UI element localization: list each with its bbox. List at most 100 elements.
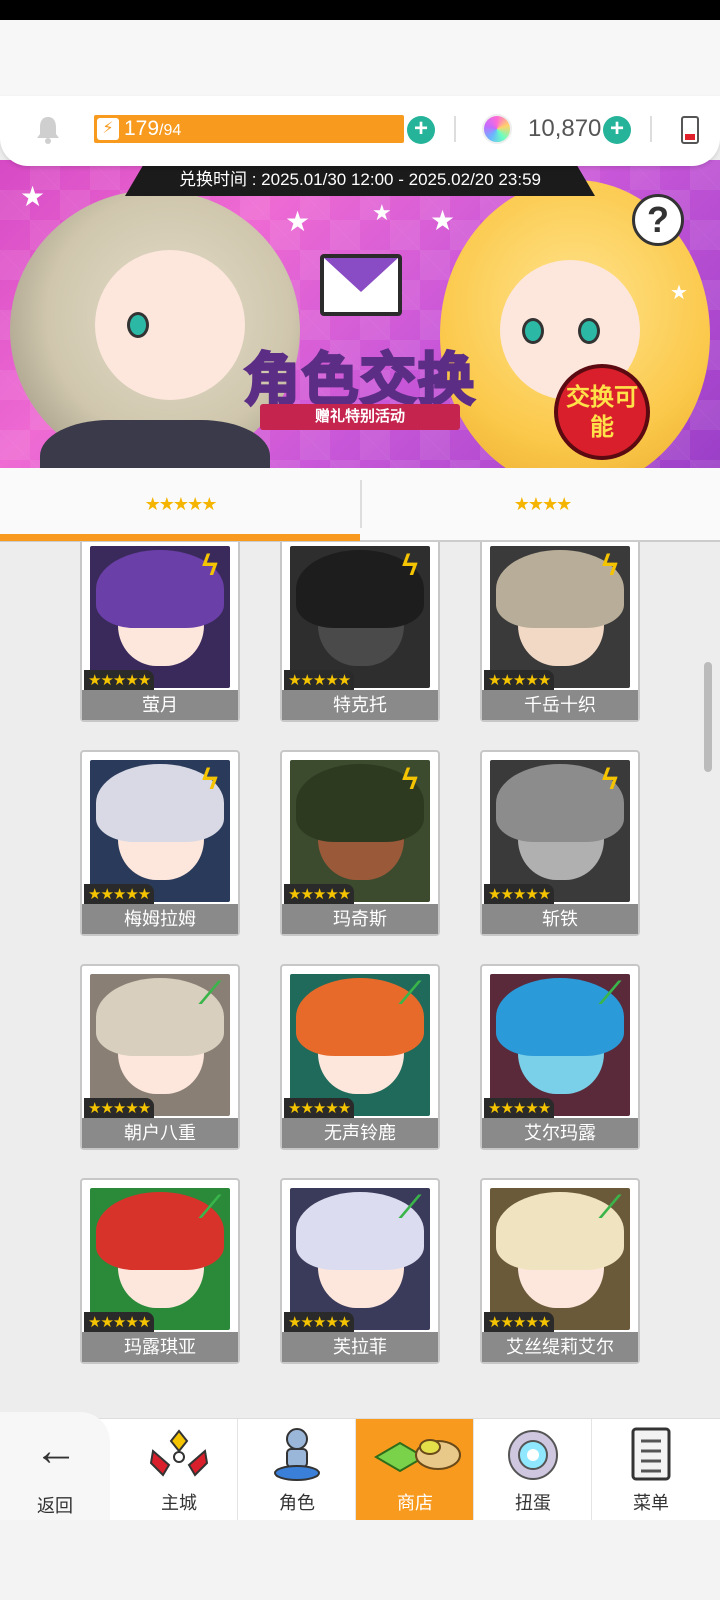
rarity-stars: ★★★★★ bbox=[84, 670, 155, 692]
character-name: 特克托 bbox=[282, 690, 438, 720]
system-nav-area bbox=[0, 1520, 720, 1600]
character-card[interactable]: ϟ ★★★★★ 特克托 bbox=[280, 542, 440, 722]
nav-castle[interactable]: 主城 bbox=[120, 1419, 238, 1521]
character-card[interactable]: ⟋ ★★★★★ 艾丝缇莉艾尔 bbox=[480, 1178, 640, 1364]
character-name: 千岳十织 bbox=[482, 690, 638, 720]
character-list[interactable]: ϟ ★★★★★ 萤月 ϟ ★★★★★ 特克托 ϟ ★★★★★ 千岳十织 ϟ ★★★★★ 梅姆拉姆 ϟ ★★… bbox=[0, 542, 720, 1422]
menu-icon bbox=[631, 1427, 671, 1481]
character-card[interactable]: ϟ ★★★★★ 梅姆拉姆 bbox=[80, 750, 240, 936]
character-portrait: ⟋ bbox=[490, 974, 630, 1116]
nav-character-label: 角色 bbox=[279, 1493, 315, 1513]
wind-element-icon: ⟋ bbox=[599, 977, 621, 1010]
scrollbar[interactable] bbox=[704, 662, 712, 772]
character-name: 玛露琪亚 bbox=[82, 1332, 238, 1362]
character-name: 无声铃鹿 bbox=[282, 1118, 438, 1148]
character-portrait: ϟ bbox=[490, 546, 630, 688]
wind-element-icon: ⟋ bbox=[199, 1191, 221, 1224]
bell-icon[interactable] bbox=[34, 114, 62, 144]
rarity-stars: ★★★★★ bbox=[84, 884, 155, 906]
character-portrait: ⟋ bbox=[90, 974, 230, 1116]
nav-gacha-label: 扭蛋 bbox=[515, 1493, 551, 1513]
character-card[interactable]: ϟ ★★★★★ 千岳十织 bbox=[480, 542, 640, 722]
star-icon: ★ bbox=[372, 200, 392, 225]
back-label: 返回 bbox=[37, 1496, 73, 1516]
nav-menu[interactable]: 菜单 bbox=[592, 1419, 710, 1521]
character-portrait: ϟ bbox=[490, 760, 630, 902]
rarity-stars: ★★★★★ bbox=[84, 1312, 155, 1334]
character-portrait: ⟋ bbox=[290, 974, 430, 1116]
lightning-element-icon: ϟ bbox=[602, 763, 618, 796]
back-button[interactable]: ← 返回 bbox=[0, 1412, 110, 1520]
lightning-element-icon: ϟ bbox=[602, 549, 618, 582]
nav-menu-label: 菜单 bbox=[633, 1493, 669, 1513]
star-icon: ★ bbox=[430, 205, 456, 236]
nav-character[interactable]: 角色 bbox=[238, 1419, 356, 1521]
character-name: 艾丝缇莉艾尔 bbox=[482, 1332, 638, 1362]
gacha-icon bbox=[508, 1430, 558, 1480]
character-icon bbox=[274, 1428, 320, 1481]
castle-icon bbox=[149, 1429, 209, 1477]
nav-shop-label: 商店 bbox=[397, 1493, 433, 1513]
rarity-stars: ★★★★★ bbox=[284, 1098, 355, 1120]
character-card[interactable]: ⟋ ★★★★★ 朝户八重 bbox=[80, 964, 240, 1150]
character-card[interactable]: ⟋ ★★★★★ 玛露琪亚 bbox=[80, 1178, 240, 1364]
add-gems-button[interactable]: + bbox=[603, 116, 631, 144]
active-tab-indicator bbox=[0, 534, 360, 541]
wind-element-icon: ⟋ bbox=[399, 977, 421, 1010]
rarity-stars: ★★★★★ bbox=[84, 1098, 155, 1120]
character-portrait: ϟ bbox=[290, 546, 430, 688]
lightning-element-icon: ϟ bbox=[202, 549, 218, 582]
lightning-element-icon: ϟ bbox=[202, 763, 218, 796]
top-spacer bbox=[0, 20, 720, 100]
banner-subtitle: 赠礼特别活动 bbox=[260, 404, 460, 430]
rarity-stars: ★★★★★ bbox=[284, 670, 355, 692]
exchange-available-badge: 交换可能 bbox=[554, 364, 650, 460]
star-icon: ★ bbox=[285, 206, 311, 237]
back-arrow-icon: ← bbox=[34, 1426, 78, 1475]
rarity-stars: ★★★★★ bbox=[284, 884, 355, 906]
character-name: 萤月 bbox=[82, 690, 238, 720]
nav-gacha[interactable]: 扭蛋 bbox=[474, 1419, 592, 1521]
divider bbox=[650, 116, 652, 142]
character-name: 斩铁 bbox=[482, 904, 638, 934]
resource-bar: ⚡ 179/94 + 10,870 + bbox=[0, 96, 720, 166]
character-portrait: ⟋ bbox=[290, 1188, 430, 1330]
shop-icon bbox=[374, 1439, 461, 1473]
tab-4-star[interactable]: ★★★★ bbox=[362, 468, 720, 540]
rarity-stars: ★★★★★ bbox=[484, 1098, 555, 1120]
character-card[interactable]: ⟋ ★★★★★ 无声铃鹿 bbox=[280, 964, 440, 1150]
energy-bar: ⚡ 179/94 bbox=[94, 115, 404, 143]
wind-element-icon: ⟋ bbox=[399, 1191, 421, 1224]
tab-5-star[interactable]: ★★★★★ bbox=[0, 468, 360, 540]
help-button[interactable]: ? bbox=[632, 194, 684, 246]
star-icon: ★ bbox=[20, 181, 46, 212]
lightning-element-icon: ϟ bbox=[402, 763, 418, 796]
character-portrait: ϟ bbox=[290, 760, 430, 902]
energy-icon: ⚡ bbox=[97, 118, 119, 140]
character-card[interactable]: ϟ ★★★★★ 斩铁 bbox=[480, 750, 640, 936]
character-card[interactable]: ϟ ★★★★★ 萤月 bbox=[80, 542, 240, 722]
nav-shop[interactable]: 商店 bbox=[356, 1419, 474, 1521]
rarity-stars: ★★★★★ bbox=[484, 670, 555, 692]
wind-element-icon: ⟋ bbox=[199, 977, 221, 1010]
rarity-tabs: ★★★★★ ★★★★ bbox=[0, 468, 720, 542]
character-portrait: ϟ bbox=[90, 546, 230, 688]
rarity-stars: ★★★★★ bbox=[484, 1312, 555, 1334]
lightning-element-icon: ϟ bbox=[402, 549, 418, 582]
envelope-icon bbox=[320, 254, 402, 316]
nav-castle-label: 主城 bbox=[161, 1493, 197, 1513]
wind-element-icon: ⟋ bbox=[599, 1191, 621, 1224]
character-name: 朝户八重 bbox=[82, 1118, 238, 1148]
character-card[interactable]: ⟋ ★★★★★ 艾尔玛露 bbox=[480, 964, 640, 1150]
character-card[interactable]: ϟ ★★★★★ 玛奇斯 bbox=[280, 750, 440, 936]
add-energy-button[interactable]: + bbox=[407, 116, 435, 144]
event-banner: ★ ★ ★ ★ ★ 兑换时间 : 2025.01/30 12:00 - 2025… bbox=[0, 160, 720, 468]
star-icon: ★ bbox=[670, 282, 688, 304]
energy-current: 179 bbox=[124, 117, 160, 140]
character-name: 艾尔玛露 bbox=[482, 1118, 638, 1148]
character-body-left bbox=[40, 420, 270, 468]
status-bar bbox=[0, 0, 720, 20]
gem-icon bbox=[482, 114, 512, 144]
character-card[interactable]: ⟋ ★★★★★ 芙拉菲 bbox=[280, 1178, 440, 1364]
energy-max: /94 bbox=[159, 122, 182, 139]
